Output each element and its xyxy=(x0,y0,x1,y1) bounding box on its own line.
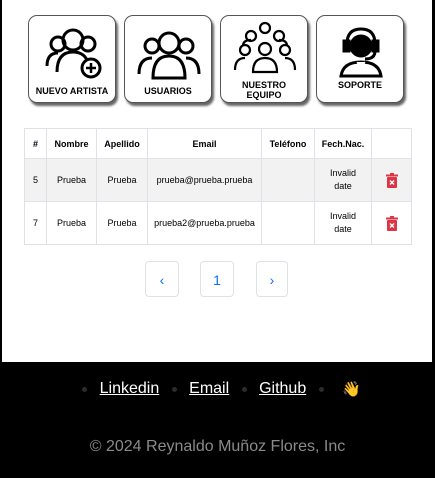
fecha-line2: date xyxy=(334,181,352,191)
nuevo-artista-button[interactable]: NUEVO ARTISTA xyxy=(28,15,116,103)
table-row: 7 Prueba Prueba prueba2@prueba.prueba In… xyxy=(24,201,412,245)
separator-dot xyxy=(171,386,177,392)
cell-actions xyxy=(371,201,412,245)
github-link[interactable]: Github xyxy=(259,380,306,397)
cell-email: prueba@prueba.prueba xyxy=(147,158,262,202)
cell-actions xyxy=(371,158,412,202)
separator-dot xyxy=(82,386,88,392)
fecha-line1: Invalid xyxy=(329,168,356,178)
col-header-actions xyxy=(371,128,412,159)
cell-apellido: Prueba xyxy=(96,201,148,245)
footer-links: Linkedin Email Github 👋 xyxy=(0,380,435,404)
trash-icon[interactable] xyxy=(385,172,398,188)
users-table: # Nombre Apellido Email Teléfono Fech.Na… xyxy=(24,128,412,245)
table-row: 5 Prueba Prueba prueba@prueba.prueba Inv… xyxy=(24,158,412,202)
cell-nombre: Prueba xyxy=(46,201,97,245)
page-1-button[interactable]: 1 xyxy=(200,261,234,297)
tile-label: USUARIOS xyxy=(144,86,192,96)
cell-apellido: Prueba xyxy=(96,158,148,202)
cell-telefono xyxy=(261,158,315,202)
fecha-line2: date xyxy=(334,224,352,234)
table-header-row: # Nombre Apellido Email Teléfono Fech.Na… xyxy=(24,128,412,159)
cell-fecha: Invalid date xyxy=(314,158,372,202)
wave-icon: 👋 xyxy=(342,381,361,398)
tile-label-line1: NUESTRO xyxy=(241,80,286,90)
copyright-text: © 2024 Reynaldo Muñoz Flores, Inc xyxy=(89,438,346,455)
soporte-button[interactable]: SOPORTE xyxy=(316,15,404,103)
email-link[interactable]: Email xyxy=(189,380,229,397)
col-header-fecha: Fech.Nac. xyxy=(314,128,372,159)
cell-id: 7 xyxy=(24,201,47,245)
col-header-apellido: Apellido xyxy=(96,128,148,159)
main-content: NUEVO ARTISTA USUARIOS NUESTRO EQUIPO SO… xyxy=(2,0,432,362)
trash-icon[interactable] xyxy=(385,215,398,231)
cell-fecha: Invalid date xyxy=(314,201,372,245)
separator-dot xyxy=(318,386,324,392)
support-agent-icon xyxy=(339,27,383,78)
cell-nombre: Prueba xyxy=(46,158,97,202)
col-header-id: # xyxy=(24,128,47,159)
cell-id: 5 xyxy=(24,158,47,202)
tile-label-line2: EQUIPO xyxy=(246,90,282,100)
cell-email: prueba2@prueba.prueba xyxy=(147,201,262,245)
next-page-button[interactable]: › xyxy=(256,261,288,297)
col-header-nombre: Nombre xyxy=(46,128,97,159)
col-header-telefono: Teléfono xyxy=(261,128,315,159)
nuestro-equipo-button[interactable]: NUESTRO EQUIPO xyxy=(220,15,308,103)
usuarios-button[interactable]: USUARIOS xyxy=(124,15,212,103)
col-header-email: Email xyxy=(147,128,262,159)
separator-dot xyxy=(241,386,247,392)
prev-page-button[interactable]: ‹ xyxy=(145,261,179,297)
cell-telefono xyxy=(261,201,315,245)
tile-label: NUEVO ARTISTA xyxy=(35,86,109,96)
fecha-line1: Invalid xyxy=(329,211,356,221)
tile-label: SOPORTE xyxy=(337,80,382,90)
linkedin-link[interactable]: Linkedin xyxy=(100,380,160,397)
